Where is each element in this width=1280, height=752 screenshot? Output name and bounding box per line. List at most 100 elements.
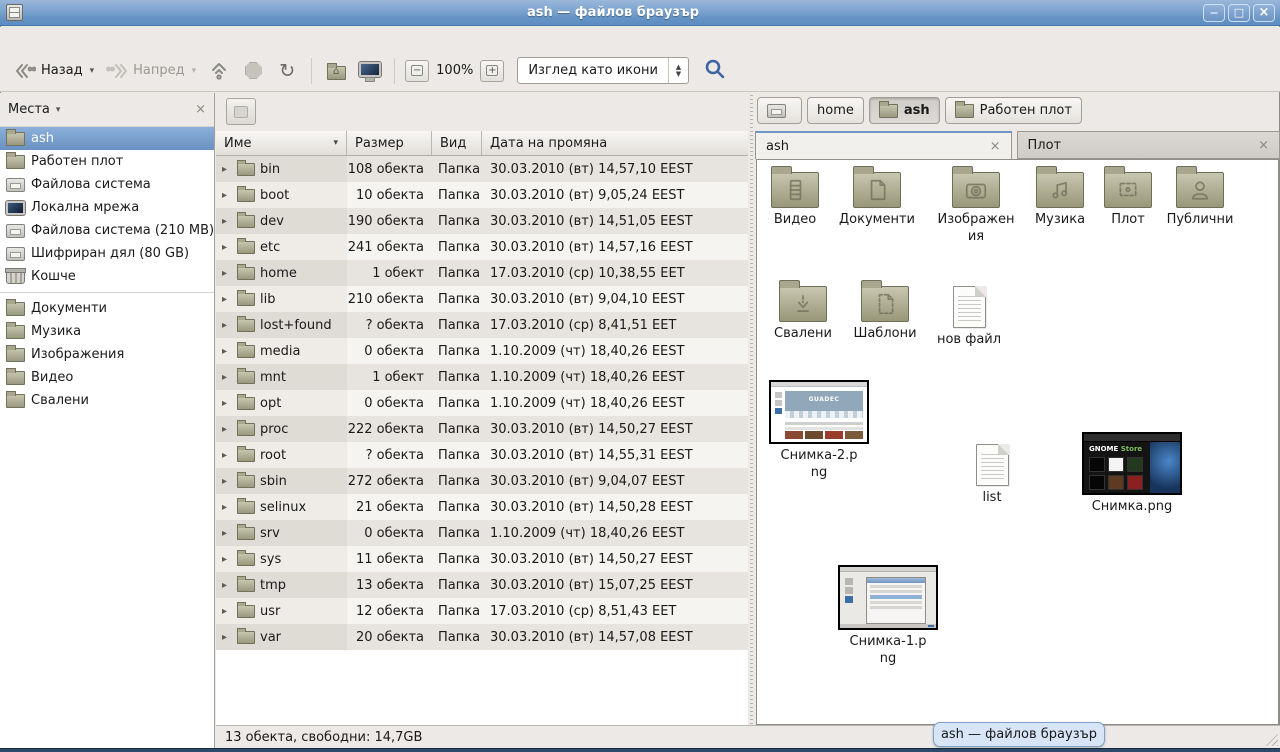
icon-view[interactable]: Видео Документи Изображения Музика Плот …: [756, 159, 1279, 725]
breadcrumb-button[interactable]: [757, 97, 802, 124]
menu-item[interactable]: [26, 37, 44, 41]
menu-item[interactable]: [8, 37, 26, 41]
pane-icon-button[interactable]: [226, 98, 256, 125]
table-row[interactable]: ▸ root ? обекта Папка 30.03.2010 (вт) 14…: [216, 442, 748, 468]
sidebar-place-item[interactable]: Видео: [0, 366, 214, 389]
tab-close-icon[interactable]: ×: [990, 139, 1001, 154]
table-row[interactable]: ▸ dev 190 обекта Папка 30.03.2010 (вт) 1…: [216, 208, 748, 234]
titlebar[interactable]: ash — файлов браузър: [0, 0, 1280, 26]
sidebar-place-item[interactable]: Файлова система: [0, 173, 214, 196]
sidebar-place-item[interactable]: Шифриран дял (80 GB): [0, 242, 214, 265]
stop-button[interactable]: [240, 59, 266, 83]
table-row[interactable]: ▸ selinux 21 обекта Папка 30.03.2010 (вт…: [216, 494, 748, 520]
breadcrumb-button[interactable]: home: [807, 97, 864, 124]
icon-view-item[interactable]: Снимка-1.png: [836, 565, 940, 667]
expander-icon[interactable]: ▸: [222, 372, 232, 383]
pane-splitter[interactable]: [748, 93, 755, 725]
table-row[interactable]: ▸ usr 12 обекта Папка 17.03.2010 (ср) 8,…: [216, 598, 748, 624]
expander-icon[interactable]: ▸: [222, 346, 232, 357]
icon-view-item[interactable]: GUADEC Снимка-2.png: [767, 380, 871, 481]
column-header-name[interactable]: Име ▾: [216, 131, 347, 155]
sidebar-place-item[interactable]: ash: [0, 127, 214, 150]
icon-view-item[interactable]: нов файл: [927, 286, 1011, 348]
icon-view-item[interactable]: Публични: [1158, 172, 1242, 228]
icon-view-item[interactable]: list: [950, 444, 1034, 506]
reload-button[interactable]: ↻: [274, 59, 300, 83]
table-row[interactable]: ▸ srv 0 обекта Папка 1.10.2009 (чт) 18,4…: [216, 520, 748, 546]
table-row[interactable]: ▸ sbin 272 обекта Папка 30.03.2010 (вт) …: [216, 468, 748, 494]
zoom-in-button[interactable]: +: [480, 60, 504, 82]
places-selector[interactable]: Места ▾: [8, 102, 60, 117]
icon-view-item[interactable]: Видео: [756, 172, 837, 228]
forward-dropdown-icon[interactable]: ▾: [192, 66, 197, 76]
expander-icon[interactable]: ▸: [222, 190, 232, 201]
breadcrumb-button[interactable]: ash: [869, 97, 940, 124]
sidebar-place-item[interactable]: Локална мрежа: [0, 196, 214, 219]
view-mode-spinner-icon[interactable]: ▲▼: [668, 58, 688, 83]
expander-icon[interactable]: ▸: [222, 164, 232, 175]
table-row[interactable]: ▸ lost+found ? обекта Папка 17.03.2010 (…: [216, 312, 748, 338]
forward-button[interactable]: Напред ▾: [100, 58, 202, 84]
expander-icon[interactable]: ▸: [222, 580, 232, 591]
expander-icon[interactable]: ▸: [222, 398, 232, 409]
menu-item[interactable]: [62, 37, 80, 41]
icon-view-item[interactable]: Документи: [835, 172, 919, 228]
expander-icon[interactable]: ▸: [222, 554, 232, 565]
sidebar-place-item[interactable]: Свалени: [0, 389, 214, 412]
expander-icon[interactable]: ▸: [222, 450, 232, 461]
table-row[interactable]: ▸ lib 210 обекта Папка 30.03.2010 (вт) 9…: [216, 286, 748, 312]
expander-icon[interactable]: ▸: [222, 242, 232, 253]
expander-icon[interactable]: ▸: [222, 502, 232, 513]
icon-view-item[interactable]: GNOME Store Снимка.png: [1080, 432, 1184, 515]
expander-icon[interactable]: ▸: [222, 294, 232, 305]
table-row[interactable]: ▸ proc 222 обекта Папка 30.03.2010 (вт) …: [216, 416, 748, 442]
sidebar-place-item[interactable]: Документи: [0, 297, 214, 320]
expander-icon[interactable]: ▸: [222, 424, 232, 435]
expander-icon[interactable]: ▸: [222, 320, 232, 331]
computer-button[interactable]: [357, 59, 383, 83]
resize-grip[interactable]: [1264, 732, 1278, 746]
breadcrumb-button[interactable]: Работен плот: [945, 97, 1082, 124]
sidebar-place-item[interactable]: Музика: [0, 320, 214, 343]
sidebar-place-item[interactable]: Работен плот: [0, 150, 214, 173]
view-mode-select[interactable]: Изглед като икони ▲▼: [517, 57, 689, 84]
minimize-button[interactable]: [1203, 4, 1225, 22]
table-row[interactable]: ▸ mnt 1 обект Папка 1.10.2009 (чт) 18,40…: [216, 364, 748, 390]
table-row[interactable]: ▸ home 1 обект Папка 17.03.2010 (ср) 10,…: [216, 260, 748, 286]
icon-view-item[interactable]: Шаблони: [843, 286, 927, 342]
column-header-date[interactable]: Дата на промяна: [482, 131, 748, 155]
table-row[interactable]: ▸ boot 10 обекта Папка 30.03.2010 (вт) 9…: [216, 182, 748, 208]
menu-item[interactable]: [44, 37, 62, 41]
expander-icon[interactable]: ▸: [222, 528, 232, 539]
table-row[interactable]: ▸ etc 241 обекта Папка 30.03.2010 (вт) 1…: [216, 234, 748, 260]
tab-close-icon[interactable]: ×: [1258, 138, 1269, 153]
expander-icon[interactable]: ▸: [222, 606, 232, 617]
table-row[interactable]: ▸ tmp 13 обекта Папка 30.03.2010 (вт) 15…: [216, 572, 748, 598]
sidebar-place-item[interactable]: Изображения: [0, 343, 214, 366]
expander-icon[interactable]: ▸: [222, 268, 232, 279]
home-button[interactable]: ⌂: [323, 59, 349, 83]
table-row[interactable]: ▸ sys 11 обекта Папка 30.03.2010 (вт) 14…: [216, 546, 748, 572]
column-header-type[interactable]: Вид: [432, 131, 482, 155]
back-dropdown-icon[interactable]: ▾: [90, 66, 95, 76]
maximize-button[interactable]: [1228, 4, 1250, 22]
expander-icon[interactable]: ▸: [222, 632, 232, 643]
sidebar-place-item[interactable]: Файлова система (210 MB): [0, 219, 214, 242]
search-button[interactable]: [703, 57, 727, 85]
icon-view-item[interactable]: Изображения: [934, 172, 1018, 245]
places-close-icon[interactable]: ×: [195, 102, 206, 117]
menu-item[interactable]: [80, 37, 98, 41]
icon-view-item[interactable]: Свалени: [761, 286, 845, 342]
table-row[interactable]: ▸ opt 0 обекта Папка 1.10.2009 (чт) 18,4…: [216, 390, 748, 416]
zoom-out-button[interactable]: −: [405, 60, 429, 82]
expander-icon[interactable]: ▸: [222, 476, 232, 487]
expander-icon[interactable]: ▸: [222, 216, 232, 227]
tab[interactable]: ash ×: [755, 131, 1012, 159]
tab[interactable]: Плот ×: [1017, 131, 1280, 159]
close-button[interactable]: [1253, 4, 1275, 22]
menu-item[interactable]: [98, 37, 116, 41]
table-row[interactable]: ▸ var 20 обекта Папка 30.03.2010 (вт) 14…: [216, 624, 748, 650]
table-row[interactable]: ▸ bin 108 обекта Папка 30.03.2010 (вт) 1…: [216, 156, 748, 182]
up-button[interactable]: [206, 59, 232, 83]
back-button[interactable]: Назад ▾: [8, 58, 100, 84]
